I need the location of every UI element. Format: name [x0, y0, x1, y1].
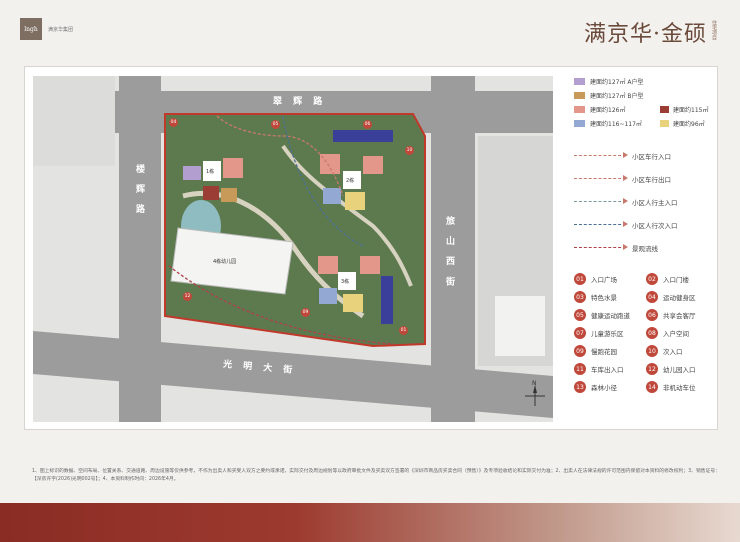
poi-item: 01 入口广场 [574, 273, 646, 285]
unit-type-legend: 建面约127㎡ A户型 建面约127㎡ B户型 建面约126㎡ 建面约115㎡ … [574, 74, 724, 130]
poi-item: 05 健康运动跑道 [574, 309, 646, 321]
route-legend: 小区车行入口 小区车行出口 小区人行主入口 小区人行次入口 景观流线 [574, 144, 724, 259]
footer-band [0, 503, 740, 542]
developer-logo: lngh 满京华集团 [20, 18, 73, 40]
map-marker-02: 05 [271, 120, 280, 129]
map-marker-03: 06 [363, 120, 372, 129]
site-plan-map: 翠 辉 路 楼 辉 路 旅 山 西 街 光 明 大 街 4栋幼儿园 1栋 2栋 … [33, 76, 553, 422]
tower-1-label: 1栋 [206, 169, 215, 175]
brand-name: 满京华·金硕 [584, 22, 707, 47]
legend-unit-126: 建面约126㎡ 建面约115㎡ [574, 102, 724, 116]
poi-item: 11 车库出入口 [574, 363, 646, 375]
tower-2-label: 2栋 [346, 178, 355, 184]
map-marker-05: 12 [183, 292, 192, 301]
legend-unit-b: 建面约127㎡ B户型 [574, 88, 724, 102]
poi-item: 14 非机动车位 [646, 381, 718, 393]
poi-item: 08 入户空间 [646, 327, 718, 339]
road-label-east: 旅 山 西 街 [444, 216, 454, 290]
legend-route-pedestrian-main: 小区人行主入口 [574, 190, 724, 213]
brand-tag: 住宅项目 [711, 20, 717, 40]
commercial-strip [381, 276, 393, 324]
poi-item: 04 运动健身区 [646, 291, 718, 303]
disclaimer-text: 1、图上标识的数据、空间布局、位置关系、交通道路、周边设施等仅供参考，不作为出卖… [32, 469, 720, 482]
poi-item: 12 幼儿园入口 [646, 363, 718, 375]
poi-item: 06 共享会客厅 [646, 309, 718, 321]
legend-route-vehicle-in: 小区车行入口 [574, 144, 724, 167]
legend-unit-a: 建面约127㎡ A户型 [574, 74, 724, 88]
poi-item: 09 慢跑花园 [574, 345, 646, 357]
map-marker-04: 10 [405, 146, 414, 155]
legend-route-vehicle-out: 小区车行出口 [574, 167, 724, 190]
road-label-west: 楼 辉 路 [134, 164, 144, 218]
compass-label: N [532, 380, 537, 387]
project-brand: 满京华·金硕 住宅项目 [584, 16, 718, 48]
poi-item: 03 特色水景 [574, 291, 646, 303]
tower-3-label: 3栋 [341, 279, 350, 285]
kindergarten-label: 4栋幼儿园 [213, 259, 237, 265]
logo-subtitle: 满京华集团 [48, 26, 74, 33]
page: lngh 满京华集团 满京华·金硕 住宅项目 翠 辉 路 楼 辉 路 旅 山 西… [0, 0, 740, 542]
poi-item: 02 入口门楼 [646, 273, 718, 285]
map-marker-01: 04 [169, 118, 178, 127]
logo-mark: lngh [20, 18, 42, 40]
legend-route-pedestrian-side: 小区人行次入口 [574, 213, 724, 236]
neighbour-building [495, 296, 545, 356]
map-marker-07: 01 [399, 326, 408, 335]
map-marker-06: 09 [301, 308, 310, 317]
road-label-north: 翠 辉 路 [273, 97, 327, 107]
legend-unit-116: 建面约116~117㎡ 建面约96㎡ [574, 116, 724, 130]
neighbour-plot [33, 76, 115, 166]
poi-item: 13 森林小径 [574, 381, 646, 393]
poi-item: 07 儿童游乐区 [574, 327, 646, 339]
poi-legend: 01 入口广场 02 入口门楼 03 特色水景 04 运动健身区 05 健康运动跑道 06… [574, 273, 724, 393]
legend-route-landscape: 景观流线 [574, 236, 724, 259]
commercial-strip [333, 130, 393, 142]
legend-panel: 建面约127㎡ A户型 建面约127㎡ B户型 建面约126㎡ 建面约115㎡ … [574, 74, 724, 424]
poi-item: 10 次入口 [646, 345, 718, 357]
